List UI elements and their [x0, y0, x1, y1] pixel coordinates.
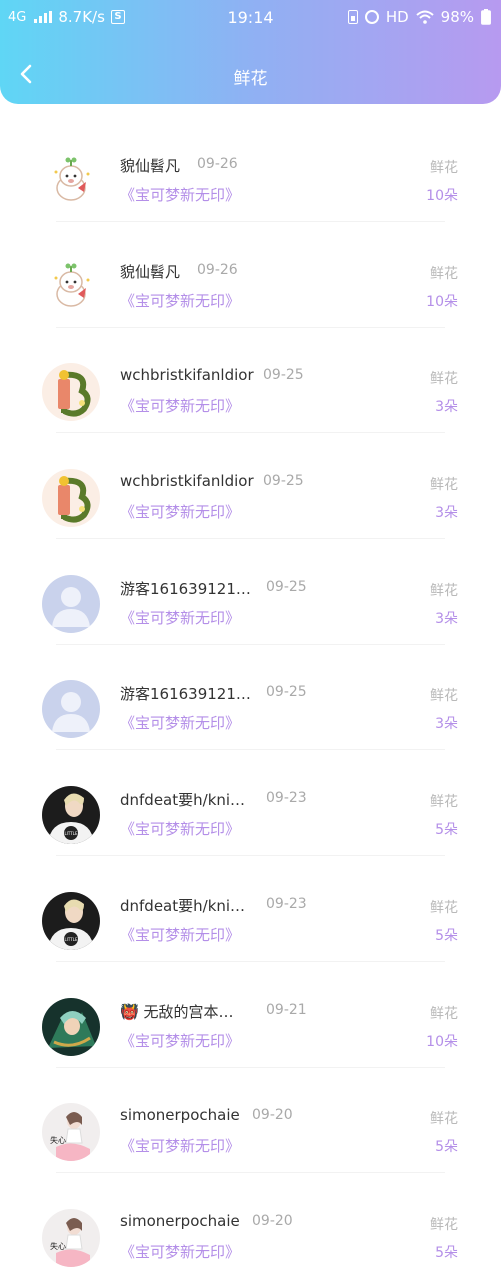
flower-count: 10朵 — [426, 188, 458, 204]
avatar[interactable] — [42, 997, 100, 1056]
gift-date: 09-20 — [252, 1212, 293, 1229]
sender-name[interactable]: simonerpochaie — [120, 1212, 240, 1230]
battery-saver-icon — [347, 10, 358, 24]
sender-name[interactable]: 游客161639121… — [120, 578, 251, 599]
avatar[interactable] — [42, 257, 100, 316]
avatar[interactable]: 失心 — [42, 1208, 100, 1267]
gift-date: 09-23 — [266, 895, 307, 912]
header: 4G 8.7K/s S 19:14 HD 98% 鲜花 — [0, 0, 501, 104]
flower-count: 5朵 — [435, 1139, 458, 1156]
list-item[interactable]: LITTLE dnfdeat要h/kni… 09-23 《宝可梦新无印》 鲜花 5朵 — [0, 853, 501, 962]
svg-text:失心: 失心 — [50, 1241, 66, 1251]
flower-count: 5朵 — [435, 822, 458, 839]
gift-type-label: 鲜花 — [430, 582, 458, 599]
flower-count: 10朵 — [426, 293, 458, 310]
flower-count: 3朵 — [435, 716, 458, 733]
avatar[interactable]: 失心 — [42, 1103, 100, 1162]
list-item[interactable]: 👹 无敌的宫本… 09-21 《宝可梦新无印》 鲜花 10朵 — [0, 959, 501, 1068]
list-item[interactable]: 游客161639121… 09-25 《宝可梦新无印》 鲜花 3朵 — [0, 641, 501, 751]
gift-type-label: 鲜花 — [430, 265, 458, 282]
work-title-link[interactable]: 《宝可梦新无印》 — [120, 1135, 240, 1156]
gift-type-label: 鲜花 — [430, 1005, 458, 1022]
list-item[interactable]: 游客161639121… 09-25 《宝可梦新无印》 鲜花 3朵 — [0, 536, 501, 645]
battery-level: 98% — [440, 8, 474, 26]
page-title: 鲜花 — [233, 69, 268, 89]
list-item[interactable]: 貌仙髫凡 09-26 《宝可梦新无印》 鲜花 10朵 — [0, 219, 501, 328]
avatar[interactable] — [42, 469, 100, 528]
gift-date: 09-25 — [266, 578, 307, 595]
list-item[interactable]: 貌仙髫凡 09-26 《宝可梦新无印》 鲜花 10朵 — [0, 113, 501, 222]
sender-name[interactable]: simonerpochaie — [120, 1106, 240, 1124]
work-title-link[interactable]: 《宝可梦新无印》 — [120, 712, 240, 733]
svg-text:失心: 失心 — [50, 1135, 66, 1145]
status-bar: 4G 8.7K/s S 19:14 HD 98% — [0, 0, 501, 36]
work-title-link[interactable]: 《宝可梦新无印》 — [120, 1030, 240, 1051]
gift-date: 09-25 — [266, 684, 307, 701]
hd-indicator: HD — [385, 8, 409, 26]
list-item[interactable]: LITTLE dnfdeat要h/kni… 09-23 《宝可梦新无印》 鲜花 5朵 — [0, 747, 501, 857]
sender-name[interactable]: 👹 无敌的宫本… — [120, 1001, 233, 1022]
gift-type-label: 鲜花 — [430, 899, 458, 916]
battery-icon — [481, 9, 491, 25]
avatar[interactable] — [42, 680, 100, 739]
work-title-link[interactable]: 《宝可梦新无印》 — [120, 1241, 240, 1262]
flower-count: 10朵 — [426, 1033, 458, 1050]
list-item[interactable]: 失心 simonerpochaie 09-20 《宝可梦新无印》 鲜花 5朵 — [0, 1064, 501, 1174]
work-title-link[interactable]: 《宝可梦新无印》 — [120, 290, 240, 311]
gift-date: 09-21 — [266, 1001, 307, 1018]
gift-date: 09-25 — [263, 367, 304, 384]
sender-name[interactable]: wchbristkifanldior — [120, 366, 254, 384]
gift-type-label: 鲜花 — [430, 160, 458, 176]
flower-count: 3朵 — [435, 505, 458, 522]
sender-name[interactable]: 貌仙髫凡 — [120, 261, 180, 282]
svg-text:LITTLE: LITTLE — [65, 937, 78, 942]
work-title-link[interactable]: 《宝可梦新无印》 — [120, 501, 240, 522]
gift-type-label: 鲜花 — [430, 794, 458, 811]
gift-type-label: 鲜花 — [430, 371, 458, 388]
sender-name[interactable]: wchbristkifanldior — [120, 472, 254, 490]
flower-count: 5朵 — [435, 1244, 458, 1261]
gift-date: 09-20 — [252, 1107, 293, 1124]
work-title-link[interactable]: 《宝可梦新无印》 — [120, 184, 240, 205]
sender-name[interactable]: 游客161639121… — [120, 683, 251, 704]
gift-type-label: 鲜花 — [430, 477, 458, 494]
gift-date: 09-26 — [197, 156, 238, 172]
work-title-link[interactable]: 《宝可梦新无印》 — [120, 395, 240, 416]
gift-type-label: 鲜花 — [430, 1216, 458, 1233]
list-item[interactable]: wchbristkifanldior 09-25 《宝可梦新无印》 鲜花 3朵 — [0, 324, 501, 434]
gift-date: 09-25 — [263, 473, 304, 490]
flower-count: 3朵 — [435, 610, 458, 627]
work-title-link[interactable]: 《宝可梦新无印》 — [120, 818, 240, 839]
avatar[interactable]: LITTLE — [42, 891, 100, 950]
flower-count: 5朵 — [435, 927, 458, 944]
avatar[interactable] — [42, 363, 100, 422]
list-item[interactable]: wchbristkifanldior 09-25 《宝可梦新无印》 鲜花 3朵 — [0, 430, 501, 540]
gift-type-label: 鲜花 — [430, 688, 458, 705]
sender-name[interactable]: 貌仙髫凡 — [120, 155, 180, 176]
wifi-icon — [415, 10, 434, 24]
alarm-icon — [364, 10, 379, 24]
sender-name[interactable]: dnfdeat要h/kni… — [120, 789, 245, 810]
gift-date: 09-23 — [266, 790, 307, 807]
list-item[interactable]: 失心 simonerpochaie 09-20 《宝可梦新无印》 鲜花 5朵 — [0, 1170, 501, 1276]
avatar[interactable] — [42, 574, 100, 633]
sender-name[interactable]: dnfdeat要h/kni… — [120, 895, 245, 916]
gift-date: 09-26 — [197, 261, 238, 278]
avatar[interactable]: LITTLE — [42, 786, 100, 845]
svg-text:LITTLE: LITTLE — [65, 831, 78, 836]
work-title-link[interactable]: 《宝可梦新无印》 — [120, 607, 240, 628]
flower-count: 3朵 — [435, 399, 458, 416]
flower-gift-list: 貌仙髫凡 09-26 《宝可梦新无印》 鲜花 10朵 貌仙髫凡 09-26 《宝可梦新无印》鲜… — [0, 113, 501, 1276]
avatar[interactable] — [42, 152, 100, 210]
gift-type-label: 鲜花 — [430, 1111, 458, 1128]
work-title-link[interactable]: 《宝可梦新无印》 — [120, 924, 240, 945]
